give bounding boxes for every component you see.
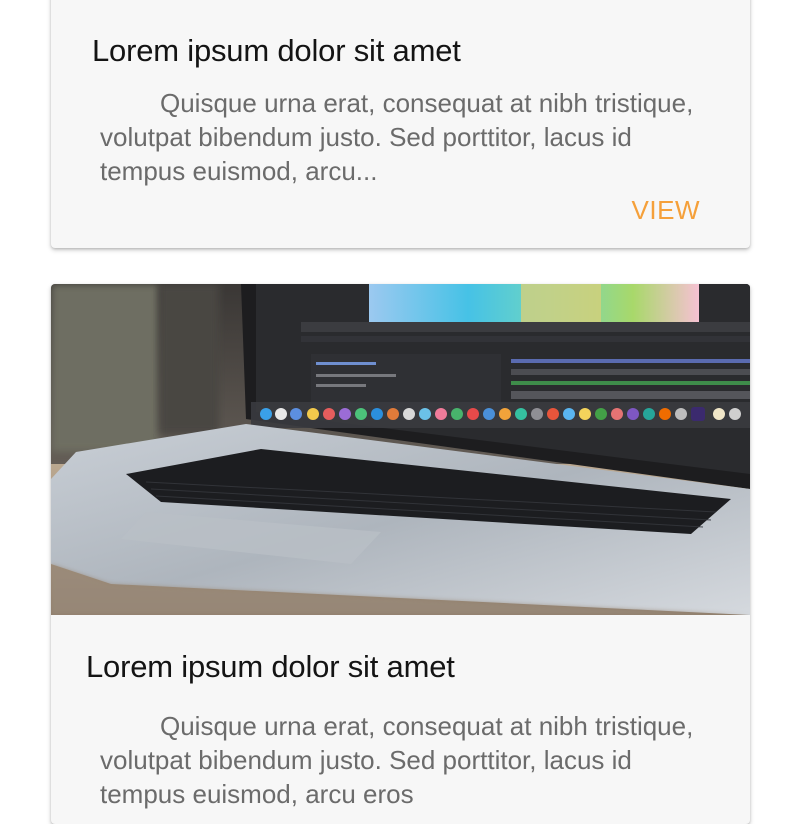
article-card: Lorem ipsum dolor sit amet Quisque urna … [51, 284, 750, 824]
article-card: Lorem ipsum dolor sit amet Quisque urna … [51, 0, 750, 248]
view-button[interactable]: VIEW [632, 195, 700, 226]
card-title: Lorem ipsum dolor sit amet [86, 649, 455, 684]
card-excerpt: Quisque urna erat, consequat at nibh tri… [100, 88, 694, 186]
card-title: Lorem ipsum dolor sit amet [92, 33, 461, 68]
laptop-photo [51, 284, 750, 615]
card-excerpt: Quisque urna erat, consequat at nibh tri… [100, 711, 694, 809]
